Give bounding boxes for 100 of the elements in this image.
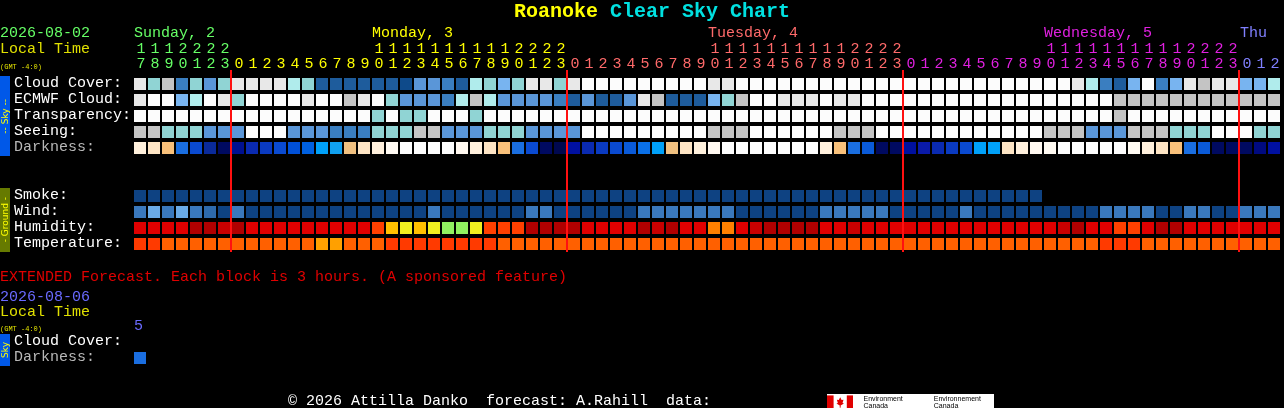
hour-label: 12 — [738, 42, 748, 72]
hour-label: 11 — [724, 42, 734, 72]
hour-label: 18 — [486, 42, 496, 72]
hour-label: 21 — [1200, 42, 1210, 72]
hour-label: 19 — [1172, 42, 1182, 72]
hour-label: 5 — [976, 57, 986, 72]
hour-label: 15 — [1116, 42, 1126, 72]
extended-note: EXTENDED Forecast. Each block is 3 hours. (A sponsored feature) — [0, 270, 569, 286]
day-label: Monday, 3 — [372, 26, 453, 42]
hour-label: 22 — [878, 42, 888, 72]
date-label: 2026-08-06 — [0, 290, 91, 305]
hour-label: 3 — [276, 57, 286, 72]
hour-label: 2 — [1270, 57, 1280, 72]
row-label: Temperature: — [13, 236, 124, 252]
hour-label: 16 — [458, 42, 468, 72]
hour-label: 23 — [892, 42, 902, 72]
hour-label: 21 — [192, 42, 202, 72]
hour-label: 1 — [248, 57, 258, 72]
hour-label: 2 — [934, 57, 944, 72]
flag-icon — [827, 395, 854, 408]
hour-label: 1 — [584, 57, 594, 72]
hour-label: 18 — [822, 42, 832, 72]
hour-label: 12 — [402, 42, 412, 72]
hour-label: 11 — [1060, 42, 1070, 72]
hour-label: 8 — [346, 57, 356, 72]
hour-label: 13 — [752, 42, 762, 72]
hour-label: 5 — [640, 57, 650, 72]
hour-label: 19 — [500, 42, 510, 72]
hour-label: 14 — [430, 42, 440, 72]
row-label: Transparency: — [13, 108, 133, 124]
day-label: Thu — [1240, 26, 1267, 42]
hour-label: 21 — [528, 42, 538, 72]
hour-label: 0 — [570, 57, 580, 72]
hour-label: 18 — [150, 42, 160, 72]
row-label: Smoke: — [13, 188, 69, 204]
hour-label: 6 — [318, 57, 328, 72]
hour-label: 12 — [1074, 42, 1084, 72]
hour-label: 15 — [780, 42, 790, 72]
hour-label: 23 — [1228, 42, 1238, 72]
row-label: ECMWF Cloud: — [13, 92, 124, 108]
date-label: 2026-08-02 — [0, 26, 91, 42]
hour-label: 0 — [906, 57, 916, 72]
hour-label: 19 — [836, 42, 846, 72]
hour-label: 1 — [920, 57, 930, 72]
row-label: Humidity: — [13, 220, 96, 236]
hour-label: 0 — [234, 57, 244, 72]
hour-label: 17 — [136, 42, 146, 72]
hour-label: 23 — [220, 42, 230, 72]
hour-label: 19 — [164, 42, 174, 72]
day-label: Sunday, 2 — [134, 26, 215, 42]
hour-label: 20 — [178, 42, 188, 72]
hour-label: 1 — [1256, 57, 1266, 72]
hour-label: 0 — [1242, 57, 1252, 72]
hour-label: 7 — [332, 57, 342, 72]
chart-title: Roanoke Clear Sky Chart — [512, 0, 792, 24]
hour-label: 13 — [1088, 42, 1098, 72]
hour-label: 10 — [1046, 42, 1056, 72]
row-label: Cloud Cover: — [13, 334, 124, 350]
hour-label: 20 — [850, 42, 860, 72]
hour-label: 4 — [290, 57, 300, 72]
hour-label: 17 — [1144, 42, 1154, 72]
hour-label: 2 — [262, 57, 272, 72]
hour-label: 13 — [416, 42, 426, 72]
row-label: Seeing: — [13, 124, 78, 140]
day-label: Tuesday, 4 — [708, 26, 798, 42]
hour-label: 21 — [864, 42, 874, 72]
hour-label: 2 — [598, 57, 608, 72]
hour-label: 17 — [808, 42, 818, 72]
hour-label: 14 — [766, 42, 776, 72]
hour-label: 8 — [682, 57, 692, 72]
hour-label: 11 — [388, 42, 398, 72]
hour-label: 17 — [472, 42, 482, 72]
credits-text: © 2026 Attilla Danko forecast: A.Rahill data: — [288, 394, 712, 408]
hour-label: 22 — [1214, 42, 1224, 72]
hour-label: 6 — [654, 57, 664, 72]
hour-label: 9 — [1032, 57, 1042, 72]
hour-label: 16 — [1130, 42, 1140, 72]
hour-label: 6 — [990, 57, 1000, 72]
hour-label: 4 — [962, 57, 972, 72]
hour-label: 9 — [360, 57, 370, 72]
hour-label: 22 — [206, 42, 216, 72]
hour-label: 10 — [374, 42, 384, 72]
hour-label: 7 — [668, 57, 678, 72]
hour-label: 5 — [134, 320, 143, 334]
hour-label: 16 — [794, 42, 804, 72]
row-label: Darkness: — [13, 350, 96, 366]
row-label: Darkness: — [13, 140, 96, 156]
hour-label: 3 — [612, 57, 622, 72]
row-label: Cloud Cover: — [13, 76, 124, 92]
hour-label: 18 — [1158, 42, 1168, 72]
hour-label: 3 — [948, 57, 958, 72]
local-time-label: Local Time — [0, 42, 91, 57]
hour-label: 23 — [556, 42, 566, 72]
hour-label: 14 — [1102, 42, 1112, 72]
hour-label: 4 — [626, 57, 636, 72]
hour-label: 8 — [1018, 57, 1028, 72]
day-label: Wednesday, 5 — [1044, 26, 1153, 42]
hour-label: 15 — [444, 42, 454, 72]
hour-label: 10 — [710, 42, 720, 72]
hour-label: 22 — [542, 42, 552, 72]
